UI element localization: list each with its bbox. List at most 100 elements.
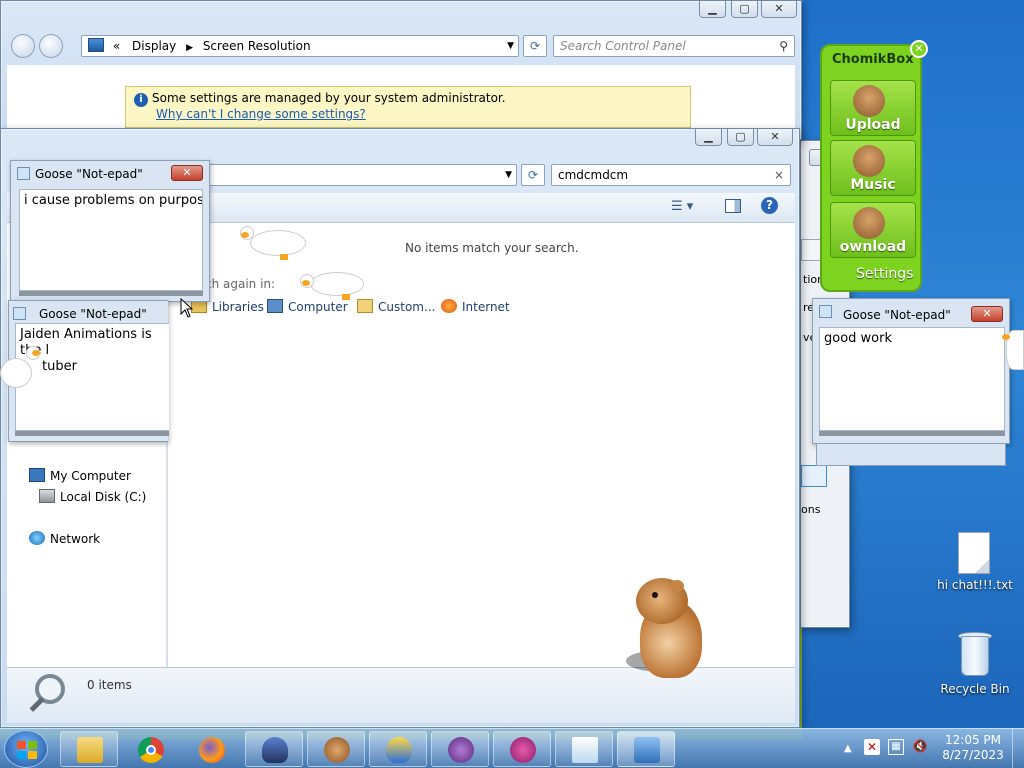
forward-button[interactable] — [39, 34, 63, 58]
notepad-scrollbar — [819, 431, 1005, 436]
ex-close-button[interactable]: ✕ — [757, 129, 793, 146]
back-button[interactable] — [11, 34, 35, 58]
help-icon[interactable]: ? — [761, 197, 778, 214]
goose-notepad-shadow — [816, 444, 1006, 466]
action-center-icon[interactable]: ✕ — [864, 739, 880, 755]
notepad-text-area[interactable]: i cause problems on purpose — [19, 189, 203, 291]
recycle-bin-icon[interactable] — [958, 632, 992, 678]
recycle-bin-label[interactable]: Recycle Bin — [936, 682, 1014, 696]
control-panel-icon — [634, 737, 660, 763]
goose-sprite-4 — [1002, 326, 1024, 372]
cp-refresh-button[interactable]: ⟳ — [523, 35, 547, 57]
firefox-icon — [199, 737, 225, 763]
info-icon: i — [134, 93, 148, 107]
address-dropdown-icon[interactable]: ▼ — [507, 36, 514, 56]
address-dropdown-icon[interactable]: ▼ — [505, 165, 512, 185]
clear-search-icon[interactable]: × — [774, 165, 784, 185]
ex-search-input[interactable]: cmdcmdcm × — [551, 164, 791, 186]
bird-icon — [386, 737, 412, 763]
folder-icon — [77, 737, 103, 763]
cp-maximize-button[interactable]: ▢ — [731, 1, 758, 18]
hamster-icon — [324, 737, 350, 763]
notepad-icon — [13, 307, 26, 320]
taskbar-app-pot[interactable] — [431, 731, 489, 767]
hamster-music-icon — [853, 145, 885, 177]
chomikbox-close-button[interactable]: ✕ — [910, 40, 928, 58]
upload-button[interactable]: Upload — [830, 80, 916, 136]
control-panel-icon — [88, 38, 104, 52]
show-desktop-button[interactable] — [1012, 729, 1024, 768]
start-button[interactable] — [4, 730, 48, 768]
text-file-icon[interactable] — [958, 532, 990, 574]
taskbar-app-spaceship[interactable] — [245, 731, 303, 767]
chomikbox-title: ChomikBox — [832, 52, 914, 67]
notepad-title: Goose "Not-epad" — [39, 307, 147, 321]
search-again-label: ch again in: — [205, 277, 276, 291]
taskbar-control-panel[interactable] — [617, 731, 675, 767]
taskbar-notepad[interactable] — [555, 731, 613, 767]
search-location-internet[interactable]: Internet — [441, 299, 510, 314]
notepad-text-area[interactable]: good work — [819, 327, 1005, 431]
notepad-scrollbar — [15, 431, 169, 436]
breadcrumb-separator-icon: ▶ — [186, 43, 193, 53]
notepad-title: Goose "Not-epad" — [35, 167, 143, 181]
network-tray-icon[interactable]: ▦ — [888, 739, 904, 755]
hat-icon — [510, 737, 536, 763]
clock-time: 12:05 PM — [945, 733, 1001, 747]
goose-notepad-1[interactable]: Goose "Not-epad" ✕ i cause problems on p… — [10, 160, 210, 302]
preview-pane-icon[interactable] — [725, 199, 741, 213]
download-button[interactable]: ownload — [830, 202, 916, 258]
ex-minimize-button[interactable]: ▁ — [695, 129, 722, 146]
bg-label-4: ons — [801, 503, 821, 516]
notepad-icon — [17, 167, 30, 180]
show-hidden-icons-button[interactable]: ▲ — [844, 741, 852, 756]
my-computer-icon — [29, 468, 45, 482]
taskbar: ▲ ✕ ▦ 🔇 12:05 PM 8/27/2023 — [0, 728, 1024, 768]
search-location-custom[interactable]: Custom... — [357, 299, 435, 314]
notepad-icon — [819, 305, 832, 318]
disk-icon — [39, 489, 55, 503]
breadcrumb-screen-resolution[interactable]: Screen Resolution — [203, 39, 311, 53]
spaceship-icon — [262, 737, 288, 763]
breadcrumb-display[interactable]: Display — [132, 39, 176, 53]
goose-sprite-1 — [240, 224, 306, 264]
ex-maximize-button[interactable]: ▢ — [727, 129, 754, 146]
notepad-title: Goose "Not-epad" — [843, 308, 951, 322]
cp-search-input[interactable]: Search Control Panel ⚲ — [553, 35, 795, 57]
notepad-scrollbar — [19, 291, 203, 296]
breadcrumb-prefix[interactable]: « — [113, 39, 120, 53]
cp-close-button[interactable]: ✕ — [761, 1, 797, 18]
nav-network[interactable]: Network — [29, 531, 100, 546]
taskbar-app-bird[interactable] — [369, 731, 427, 767]
music-button[interactable]: Music — [830, 140, 916, 196]
nav-local-disk[interactable]: Local Disk (C:) — [39, 489, 146, 504]
search-icon: ⚲ — [779, 39, 788, 53]
ex-address-bar[interactable]: ▼ — [201, 164, 517, 186]
hamster-mascot — [626, 578, 706, 684]
item-count: 0 items — [87, 678, 132, 692]
view-options-icon[interactable]: ☰ ▾ — [671, 199, 693, 214]
taskbar-chomikbox[interactable] — [307, 731, 365, 767]
volume-muted-icon[interactable]: 🔇 — [912, 739, 928, 755]
taskbar-explorer[interactable] — [60, 731, 118, 767]
notepad-icon — [572, 737, 598, 763]
ex-refresh-button[interactable]: ⟳ — [521, 164, 545, 186]
admin-help-link[interactable]: Why can't I change some settings? — [156, 107, 366, 121]
firefox-icon — [441, 299, 457, 313]
clock[interactable]: 12:05 PM 8/27/2023 — [940, 733, 1006, 763]
cp-address-bar[interactable]: « Display ▶ Screen Resolution ▼ — [81, 35, 519, 57]
nav-my-computer[interactable]: My Computer — [29, 468, 131, 483]
text-file-label[interactable]: hi chat!!!.txt — [936, 578, 1014, 592]
chomikbox-settings[interactable]: Settings — [856, 266, 913, 282]
taskbar-firefox[interactable] — [182, 731, 240, 767]
bg-highlight — [801, 465, 827, 487]
cp-minimize-button[interactable]: ▁ — [699, 1, 726, 18]
goose-notepad-3[interactable]: Goose "Not-epad" ✕ good work — [812, 298, 1010, 444]
notepad-close-button[interactable]: ✕ — [971, 306, 1003, 322]
hamster-download-icon — [853, 207, 885, 239]
magnifier-handle — [29, 697, 45, 712]
taskbar-app-hat[interactable] — [493, 731, 551, 767]
windows-logo-icon — [17, 741, 37, 759]
notepad-close-button[interactable]: ✕ — [171, 165, 203, 181]
taskbar-chrome[interactable] — [121, 731, 179, 767]
